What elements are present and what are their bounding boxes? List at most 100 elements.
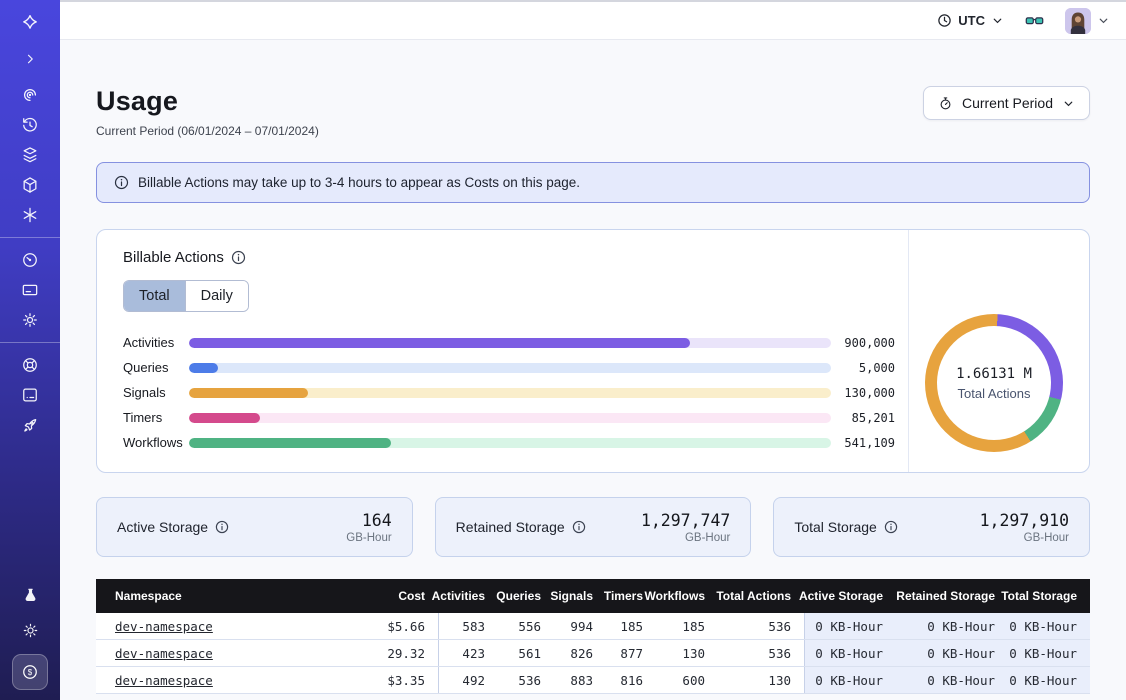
column-active-storage: Active Storage <box>804 579 896 613</box>
cell-signals: 994 <box>554 613 606 639</box>
sidebar-item-labs[interactable] <box>0 578 60 612</box>
info-icon[interactable] <box>572 520 586 534</box>
bar-value: 5,000 <box>831 361 909 375</box>
column-signals: Signals <box>554 579 606 613</box>
sidebar-item-theme-toggle[interactable] <box>0 612 60 648</box>
clock-arrow-icon <box>20 115 40 135</box>
sidebar-item-usage-billing-active[interactable]: $ <box>12 654 48 690</box>
bar-fill <box>189 413 260 423</box>
flask-icon <box>21 586 40 605</box>
cube-icon <box>20 175 40 195</box>
credit-card-icon <box>20 280 40 300</box>
period-selector-button[interactable]: Current Period <box>923 86 1090 120</box>
active-storage-value: 164 <box>346 511 391 530</box>
info-icon[interactable] <box>231 250 246 265</box>
bar-value: 85,201 <box>831 411 909 425</box>
bar-label: Queries <box>123 360 189 375</box>
bar-fill <box>189 338 690 348</box>
column-workflows: Workflows <box>656 579 718 613</box>
sidebar-item-settings[interactable] <box>0 305 60 335</box>
cell-queries: 556 <box>498 613 554 639</box>
bar-value: 541,109 <box>831 436 909 450</box>
bar-track <box>189 388 831 398</box>
sidebar-item-usage[interactable] <box>0 245 60 275</box>
billable-bars-chart: Activities 900,000 Queries 5,000 Signals… <box>97 330 909 455</box>
sidebar-item-getting-started[interactable] <box>0 410 60 440</box>
info-icon[interactable] <box>884 520 898 534</box>
cell-queries: 561 <box>498 640 554 666</box>
bar-fill <box>189 438 391 448</box>
tab-daily[interactable]: Daily <box>185 281 248 311</box>
cell-timers: 185 <box>606 613 656 639</box>
active-storage-card: Active Storage 164 GB-Hour <box>96 497 413 557</box>
donut-total-label: Total Actions <box>958 386 1031 401</box>
sidebar-item-feedback[interactable] <box>0 380 60 410</box>
stopwatch-icon <box>938 96 953 111</box>
bar-value: 900,000 <box>831 336 909 350</box>
cell-retained-storage: 0 KB-Hour <box>896 613 1008 639</box>
glasses-button[interactable] <box>1024 10 1045 31</box>
column-namespace: Namespace <box>96 579 342 613</box>
column-cost: Cost <box>342 579 438 613</box>
lifebuoy-icon <box>20 355 40 375</box>
bar-track <box>189 413 831 423</box>
info-banner: Billable Actions may take up to 3-4 hour… <box>96 162 1090 203</box>
total-storage-card: Total Storage 1,297,910 GB-Hour <box>773 497 1090 557</box>
storage-unit: GB-Hour <box>346 532 391 544</box>
bar-label: Signals <box>123 385 189 400</box>
rocket-icon <box>20 415 40 435</box>
dollar-coin-icon: $ <box>20 662 40 682</box>
sidebar-item-home[interactable] <box>0 6 60 40</box>
sidebar-item-layers[interactable] <box>0 140 60 170</box>
column-activities: Activities <box>438 579 498 613</box>
banner-text: Billable Actions may take up to 3-4 hour… <box>138 175 580 190</box>
bar-row-workflows: Workflows 541,109 <box>123 430 909 455</box>
namespace-link[interactable]: dev-namespace <box>115 673 213 688</box>
cell-activities: 583 <box>438 613 498 639</box>
active-storage-label: Active Storage <box>117 519 208 535</box>
user-menu[interactable] <box>1065 8 1110 34</box>
tab-total[interactable]: Total <box>124 281 185 311</box>
layers-icon <box>20 145 40 165</box>
sidebar-item-deployments[interactable] <box>0 170 60 200</box>
bar-row-timers: Timers 85,201 <box>123 405 909 430</box>
chevron-down-icon <box>1062 97 1075 110</box>
cell-active-storage: 0 KB-Hour <box>804 613 896 639</box>
total-storage-value: 1,297,910 <box>980 511 1069 530</box>
topbar: UTC <box>60 2 1126 40</box>
cell-activities: 423 <box>438 640 498 666</box>
sidebar-item-spiral[interactable] <box>0 80 60 110</box>
sidebar-item-expand[interactable] <box>0 44 60 74</box>
namespace-link[interactable]: dev-namespace <box>115 619 213 634</box>
asterisk-icon <box>20 205 40 225</box>
card-divider <box>908 230 909 472</box>
sidebar-item-support[interactable] <box>0 350 60 380</box>
cell-workflows: 130 <box>656 640 718 666</box>
namespace-usage-table: Namespace Cost Activities Queries Signal… <box>96 579 1090 694</box>
gear-icon <box>20 310 40 330</box>
bar-row-queries: Queries 5,000 <box>123 355 909 380</box>
cell-retained-storage: 0 KB-Hour <box>896 667 1008 693</box>
cell-signals: 826 <box>554 640 606 666</box>
sidebar-item-schedules[interactable] <box>0 110 60 140</box>
bar-row-signals: Signals 130,000 <box>123 380 909 405</box>
cell-active-storage: 0 KB-Hour <box>804 667 896 693</box>
cell-total-storage: 0 KB-Hour <box>1008 640 1090 666</box>
sidebar-item-billing[interactable] <box>0 275 60 305</box>
gauge-icon <box>20 250 40 270</box>
cell-queries: 536 <box>498 667 554 693</box>
info-icon[interactable] <box>215 520 229 534</box>
bar-label: Workflows <box>123 435 189 450</box>
column-retained-storage: Retained Storage <box>896 579 1008 613</box>
table-row: dev-namespace $3.35 492 536 883 816 600 … <box>96 667 1090 694</box>
cell-activities: 492 <box>438 667 498 693</box>
timezone-label: UTC <box>958 13 985 28</box>
chevron-right-icon <box>21 50 39 68</box>
namespace-link[interactable]: dev-namespace <box>115 646 213 661</box>
bar-label: Timers <box>123 410 189 425</box>
clock-icon <box>937 13 952 28</box>
cell-timers: 877 <box>606 640 656 666</box>
sidebar-item-nexus[interactable] <box>0 200 60 230</box>
retained-storage-label: Retained Storage <box>456 519 565 535</box>
timezone-selector[interactable]: UTC <box>937 13 1004 28</box>
